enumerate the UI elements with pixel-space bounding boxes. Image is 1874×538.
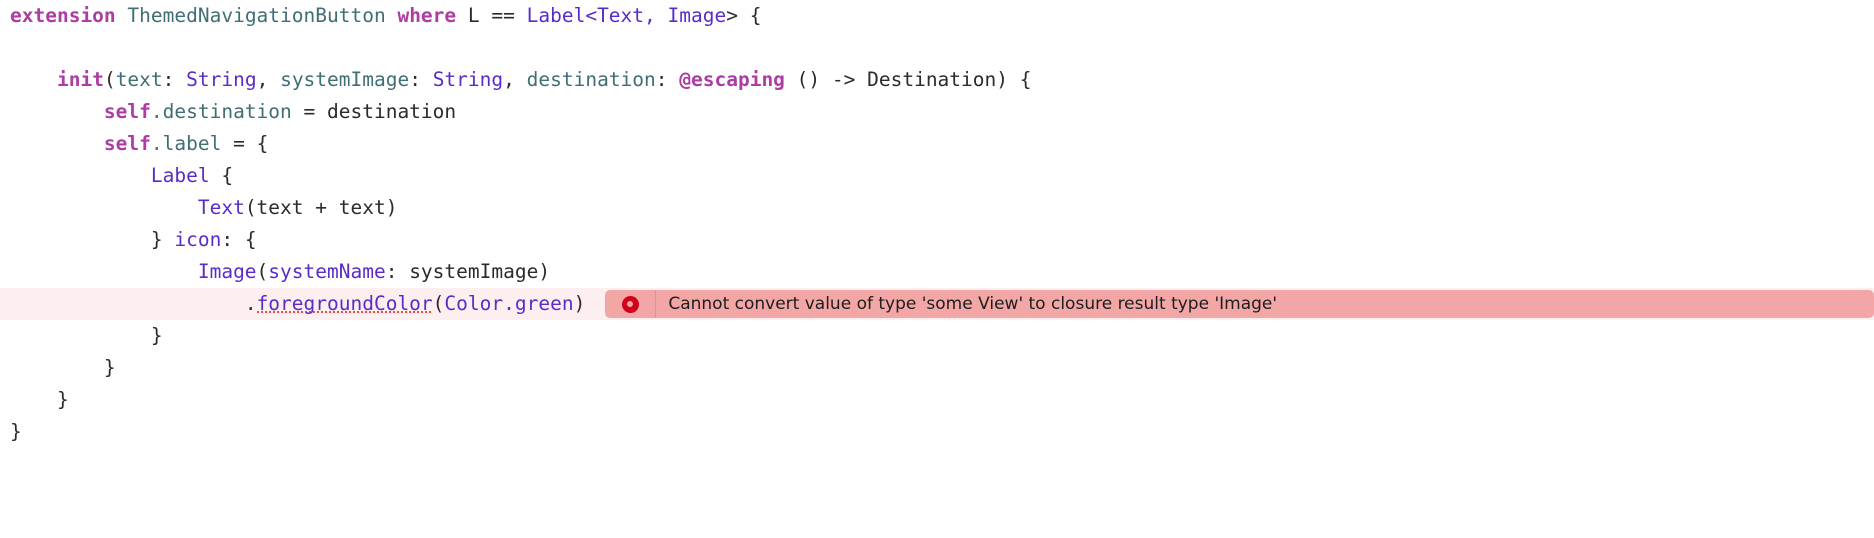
type-text: Text: [197, 196, 245, 219]
comma: ,: [503, 68, 527, 91]
code-line-3[interactable]: init(text: String, systemImage: String, …: [0, 64, 1874, 96]
paren-open: (: [256, 260, 269, 283]
member-destination: .destination: [150, 100, 292, 123]
code-line-10-error[interactable]: .foregroundColor(Color.green) Cannot con…: [0, 288, 1874, 320]
comma: ,: [256, 68, 281, 91]
colon: :: [162, 68, 187, 91]
assignment-open-brace: = {: [221, 132, 269, 155]
error-circle-icon: [621, 295, 639, 313]
attribute-escaping: @escaping: [679, 68, 785, 91]
code-line-2-blank[interactable]: [0, 32, 1874, 64]
open-brace: {: [209, 164, 234, 187]
param-destination: destination: [526, 68, 656, 91]
close-brace: }: [56, 388, 69, 411]
keyword-where: where: [397, 4, 457, 27]
paren-open: (: [103, 68, 116, 91]
dot: .: [244, 292, 257, 315]
code-line-14[interactable]: }: [0, 416, 1874, 448]
type-image: Image: [667, 4, 727, 27]
code-line-1[interactable]: extension ThemedNavigationButton where L…: [0, 0, 1874, 32]
assignment-expression: = destination: [291, 100, 457, 123]
type-label: Label: [526, 4, 586, 27]
code-line-11[interactable]: }: [0, 320, 1874, 352]
close-brace: }: [10, 420, 22, 443]
diagnostic-severity-badge[interactable]: [605, 290, 657, 318]
close-brace: }: [103, 356, 116, 379]
code-line-13[interactable]: }: [0, 384, 1874, 416]
param-text: text: [115, 68, 163, 91]
member-green: green: [514, 292, 574, 315]
type-themednavigationbutton: ThemedNavigationButton: [127, 4, 386, 27]
code-line-12[interactable]: }: [0, 352, 1874, 384]
keyword-self: self: [103, 132, 151, 155]
generic-constraint: L ==: [456, 4, 527, 27]
diagnostic-message: Cannot convert value of type 'some View'…: [656, 290, 1874, 318]
param-icon: icon: [174, 228, 222, 251]
dot: .: [503, 292, 515, 315]
colon: :: [385, 260, 410, 283]
type-image: Image: [197, 260, 257, 283]
type-string: String: [432, 68, 504, 91]
colon-open-brace: : {: [221, 228, 257, 251]
param-systemimage: systemImage: [280, 68, 410, 91]
paren-open: (: [432, 292, 445, 315]
inline-diagnostic[interactable]: Cannot convert value of type 'some View'…: [605, 290, 1874, 318]
member-foregroundcolor-error[interactable]: foregroundColor: [256, 292, 433, 316]
keyword-extension: extension: [10, 4, 116, 27]
closure-signature: () -> Destination) {: [784, 68, 1032, 91]
param-systemname: systemName: [268, 260, 386, 283]
colon: :: [655, 68, 680, 91]
code-line-8[interactable]: } icon: {: [0, 224, 1874, 256]
paren-close: ): [573, 292, 586, 315]
close-angle-brace: > {: [726, 4, 762, 27]
code-line-6[interactable]: Label {: [0, 160, 1874, 192]
error-line-code: .foregroundColor(Color.green): [10, 288, 585, 320]
text-arguments: (text + text): [244, 196, 398, 219]
code-line-9[interactable]: Image(systemName: systemImage): [0, 256, 1874, 288]
code-line-7[interactable]: Text(text + text): [0, 192, 1874, 224]
type-text: Text: [597, 4, 645, 27]
type-color: Color: [444, 292, 504, 315]
keyword-self: self: [103, 100, 151, 123]
open-angle: <: [585, 4, 598, 27]
paren-close: ): [538, 260, 551, 283]
keyword-init: init: [56, 68, 104, 91]
comma: ,: [644, 4, 668, 27]
code-editor[interactable]: extension ThemedNavigationButton where L…: [0, 0, 1874, 538]
code-line-5[interactable]: self.label = {: [0, 128, 1874, 160]
close-brace: }: [150, 228, 175, 251]
type-label: Label: [150, 164, 210, 187]
colon: :: [409, 68, 433, 91]
argument-systemimage: systemImage: [409, 260, 539, 283]
type-string: String: [186, 68, 257, 91]
member-label: .label: [150, 132, 222, 155]
close-brace: }: [150, 324, 163, 347]
code-line-4[interactable]: self.destination = destination: [0, 96, 1874, 128]
